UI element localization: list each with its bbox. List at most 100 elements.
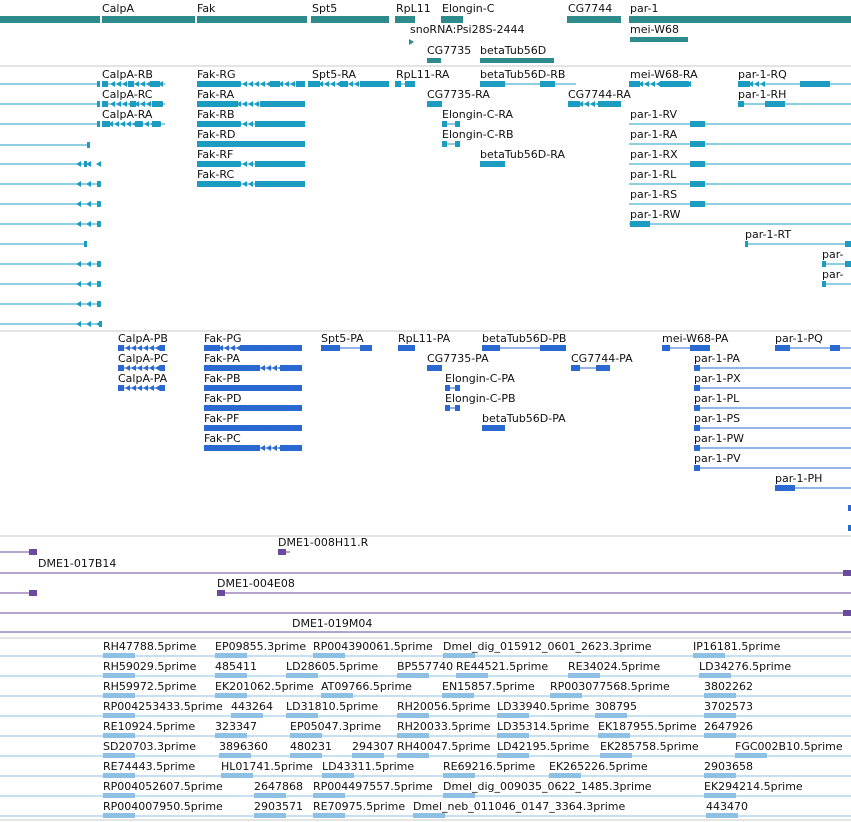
transcript[interactable] [738,81,851,87]
est-feature[interactable] [456,673,488,678]
transcript-fragment[interactable] [0,261,101,267]
clone-feature[interactable] [0,610,851,616]
est-feature[interactable] [600,753,632,758]
transcript[interactable] [629,201,851,207]
coding-sequence[interactable] [118,345,165,351]
est-feature[interactable] [704,773,736,778]
transcript[interactable] [568,101,621,107]
est-feature[interactable] [706,813,738,818]
coding-sequence[interactable] [694,445,851,451]
transcript-fragment[interactable] [0,181,101,187]
est-feature[interactable] [397,713,429,718]
est-feature[interactable] [693,653,725,658]
est-feature[interactable] [704,793,736,798]
est-feature[interactable] [397,753,429,758]
est-feature[interactable] [215,733,247,738]
coding-sequence[interactable] [694,365,851,371]
est-feature[interactable] [219,753,251,758]
transcript[interactable] [197,161,305,167]
gene-track[interactable]: CalpA Fak Spt5 RpL11 Elongin-C CG7744 par-1 sno… [0,2,851,63]
est-feature[interactable] [286,673,318,678]
est-feature[interactable] [254,813,286,818]
clone-feature[interactable] [217,590,851,596]
est-feature[interactable] [313,813,345,818]
gene-bar[interactable] [395,16,415,23]
coding-sequence[interactable] [694,385,851,391]
transcript-fragment[interactable] [0,241,87,247]
coding-sequence[interactable] [204,345,302,351]
gene-bar[interactable] [480,58,554,63]
clone-feature[interactable] [0,570,851,576]
est-feature[interactable] [598,733,630,738]
est-feature[interactable] [221,773,253,778]
coding-sequence[interactable] [427,365,442,371]
transcript[interactable] [629,161,851,167]
transcript[interactable] [442,141,460,147]
est-feature[interactable] [103,693,135,698]
transcript[interactable] [738,101,851,107]
coding-sequence[interactable] [694,425,851,431]
mrna-track[interactable]: CalpA-RB Fak-RG Spt5-RA RpL11-RA betaTub56D-… [0,68,851,327]
transcript-fragment[interactable] [0,321,102,327]
gene-bar[interactable] [629,16,851,23]
coding-sequence[interactable] [204,445,302,451]
est-feature[interactable] [704,733,736,738]
gene-bar[interactable] [630,37,688,42]
gene-bar[interactable] [311,16,389,23]
est-feature[interactable] [397,733,429,738]
coding-sequence[interactable] [321,345,372,351]
coding-sequence[interactable] [775,485,851,491]
coding-sequence[interactable] [445,385,460,391]
est-feature[interactable] [595,713,627,718]
gene-bar[interactable] [441,16,463,23]
clone-feature[interactable] [0,590,37,596]
transcript[interactable] [629,221,851,227]
est-track[interactable]: RH47788.5prime EP09855.3prime RP004390061.… [0,640,851,818]
transcript-fragment[interactable] [0,301,101,307]
transcript[interactable] [197,181,305,187]
transcript[interactable] [629,141,851,147]
gene-bar[interactable] [0,16,100,23]
transcript[interactable] [629,81,691,87]
clone-feature[interactable] [0,549,37,555]
coding-sequence[interactable] [445,405,460,411]
transcript[interactable] [102,81,165,87]
transcript[interactable] [480,81,576,87]
transcript[interactable] [629,181,851,187]
coding-sequence[interactable] [204,425,302,431]
transcript[interactable] [395,81,415,87]
coding-sequence[interactable] [204,385,302,391]
coding-sequence[interactable] [571,365,610,371]
est-feature[interactable] [497,753,529,758]
transcript-fragment[interactable] [0,221,101,227]
est-feature[interactable] [286,713,318,718]
est-feature[interactable] [231,713,263,718]
est-feature[interactable] [103,793,135,798]
transcript-fragment[interactable] [0,281,101,287]
transcript[interactable] [442,121,460,127]
est-feature[interactable] [443,773,475,778]
transcript-fragment[interactable] [0,101,100,107]
transcript[interactable] [745,241,851,247]
transcript[interactable] [102,101,165,107]
est-feature[interactable] [735,753,767,758]
coding-sequence[interactable] [118,385,165,391]
transcript-fragment[interactable] [0,81,100,87]
est-feature[interactable] [443,793,475,798]
est-feature[interactable] [290,753,322,758]
est-feature[interactable] [322,773,354,778]
transcript[interactable] [822,261,851,267]
est-feature[interactable] [103,753,135,758]
transcript[interactable] [102,121,165,127]
est-feature[interactable] [290,733,322,738]
transcript[interactable] [480,161,505,167]
est-feature[interactable] [321,693,353,698]
est-feature[interactable] [549,773,581,778]
gene-marker[interactable] [409,39,414,45]
est-feature[interactable] [254,793,286,798]
est-feature[interactable] [497,733,529,738]
transcript[interactable] [197,101,305,107]
transcript[interactable] [427,101,442,107]
est-feature[interactable] [103,773,135,778]
est-feature[interactable] [103,713,135,718]
